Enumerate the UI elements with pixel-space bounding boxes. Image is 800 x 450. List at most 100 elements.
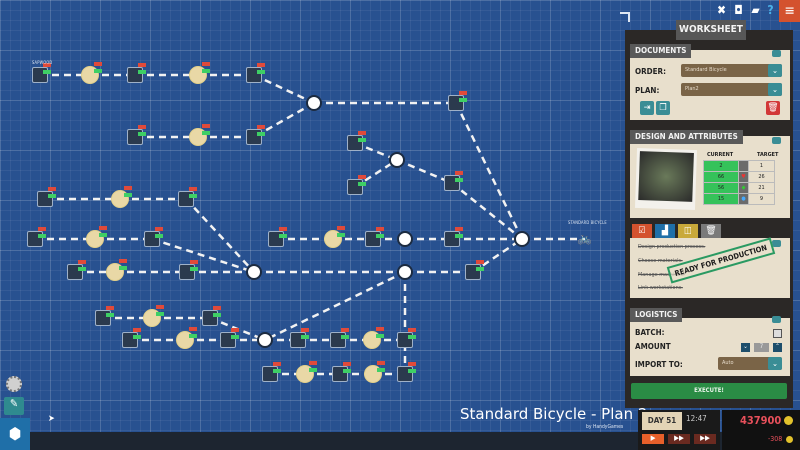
attributes-table: 21 66 ♥ 26 56 ◆ 21 15 ● 9 bbox=[703, 160, 775, 205]
material-node[interactable] bbox=[290, 328, 309, 348]
delete-plan-button[interactable]: 🗑 bbox=[766, 101, 780, 115]
amount-decrease-button[interactable]: ⌄ bbox=[741, 343, 750, 352]
amount-increase-button[interactable]: ⌃ bbox=[773, 343, 782, 352]
attribute-badge bbox=[376, 227, 384, 241]
machine-node[interactable] bbox=[86, 226, 107, 248]
material-node[interactable] bbox=[127, 125, 146, 145]
tab-checklist[interactable]: ☑ bbox=[632, 224, 652, 238]
machine-node[interactable] bbox=[81, 62, 102, 84]
merge-node[interactable] bbox=[397, 231, 413, 247]
collapse-design-button[interactable] bbox=[772, 137, 781, 144]
fast-forward-button[interactable]: ▶▶ bbox=[668, 434, 690, 444]
worksheet-tool-icon[interactable]: ✎ bbox=[4, 397, 24, 415]
material-node[interactable] bbox=[178, 187, 197, 207]
material-node[interactable] bbox=[268, 227, 287, 247]
merge-node[interactable] bbox=[257, 332, 273, 348]
material-node[interactable] bbox=[262, 362, 281, 382]
machine-node[interactable] bbox=[363, 327, 384, 349]
target-value: 26 bbox=[748, 171, 775, 183]
help-icon[interactable]: ? bbox=[763, 3, 778, 18]
faster-forward-button[interactable]: ▶▶ bbox=[694, 434, 716, 444]
machine-node[interactable] bbox=[189, 62, 210, 84]
style-icon: ● bbox=[738, 193, 749, 205]
amount-value[interactable]: 7 bbox=[754, 343, 769, 352]
tab-materials[interactable]: ◫ bbox=[678, 224, 698, 238]
execute-button[interactable]: EXECUTE! bbox=[631, 383, 787, 399]
attribute-badge bbox=[476, 260, 484, 274]
material-node[interactable] bbox=[202, 306, 221, 326]
task-item: Link workstations. bbox=[638, 285, 683, 291]
material-node[interactable] bbox=[444, 171, 463, 191]
material-node[interactable] bbox=[397, 328, 416, 348]
machine-node[interactable] bbox=[176, 327, 197, 349]
material-node[interactable] bbox=[144, 227, 163, 247]
new-plan-button[interactable]: ⇥ bbox=[640, 101, 654, 115]
planner-tool-icon[interactable]: ⬢ bbox=[0, 418, 30, 450]
collapse-documents-button[interactable] bbox=[772, 50, 781, 57]
attribute-row: 66 ♥ 26 bbox=[703, 171, 775, 183]
material-node[interactable] bbox=[332, 362, 351, 382]
material-node[interactable] bbox=[448, 91, 467, 111]
collapse-tasks-button[interactable] bbox=[772, 240, 781, 247]
merge-node[interactable] bbox=[389, 152, 405, 168]
material-node[interactable] bbox=[220, 328, 239, 348]
material-node[interactable] bbox=[179, 260, 198, 280]
attribute-badge bbox=[231, 328, 239, 342]
attribute-badge bbox=[48, 187, 56, 201]
camera-icon[interactable]: ◘ bbox=[731, 3, 746, 18]
material-node[interactable] bbox=[365, 227, 384, 247]
attribute-badge bbox=[138, 125, 146, 139]
material-node[interactable] bbox=[397, 362, 416, 382]
machine-node[interactable] bbox=[324, 226, 345, 248]
attribute-badge bbox=[190, 260, 198, 274]
material-node[interactable] bbox=[246, 125, 265, 145]
play-button[interactable]: ▶ bbox=[642, 434, 664, 444]
tools-icon[interactable]: ✖ bbox=[714, 3, 729, 18]
material-node[interactable] bbox=[444, 227, 463, 247]
menu-button[interactable]: ≡ bbox=[779, 0, 800, 22]
material-node[interactable] bbox=[347, 131, 366, 151]
material-node[interactable] bbox=[95, 306, 114, 326]
material-node[interactable] bbox=[330, 328, 349, 348]
machine-node[interactable] bbox=[111, 186, 132, 208]
material-node[interactable] bbox=[347, 175, 366, 195]
plan-dropdown[interactable]: Plan2 ⌄ bbox=[681, 83, 782, 96]
import-value: Auto bbox=[722, 360, 734, 366]
collapse-logistics-button[interactable] bbox=[772, 316, 781, 323]
target-value: 1 bbox=[748, 160, 775, 172]
product-node[interactable]: 🚲 bbox=[577, 231, 593, 247]
machine-node[interactable] bbox=[189, 124, 210, 146]
machine-node[interactable] bbox=[143, 305, 164, 327]
flow-link bbox=[264, 270, 406, 342]
coin-icon bbox=[786, 436, 793, 443]
attribute-row: 56 ◆ 21 bbox=[703, 182, 775, 194]
merge-node[interactable] bbox=[306, 95, 322, 111]
attribute-badge bbox=[257, 125, 265, 139]
amount-label: AMOUNT bbox=[635, 342, 671, 351]
material-node[interactable] bbox=[122, 328, 141, 348]
material-node[interactable] bbox=[465, 260, 484, 280]
flow-link bbox=[454, 102, 524, 240]
machine-node[interactable] bbox=[296, 361, 317, 383]
money-value: 437900 bbox=[740, 414, 782, 427]
attribute-badge bbox=[189, 327, 197, 341]
photo-icon[interactable]: ▰ bbox=[748, 3, 763, 18]
merge-node[interactable] bbox=[514, 231, 530, 247]
batch-checkbox[interactable] bbox=[773, 329, 782, 338]
order-dropdown[interactable]: Standard Bicycle ⌄ bbox=[681, 64, 782, 77]
merge-node[interactable] bbox=[246, 264, 262, 280]
machine-node[interactable] bbox=[106, 259, 127, 281]
material-node[interactable] bbox=[27, 227, 46, 247]
pie-tool-icon[interactable] bbox=[6, 376, 22, 392]
tab-trash[interactable]: 🗑 bbox=[701, 224, 721, 238]
material-node[interactable] bbox=[37, 187, 56, 207]
material-node[interactable] bbox=[67, 260, 86, 280]
import-dropdown[interactable]: Auto ⌄ bbox=[718, 357, 782, 370]
merge-node[interactable] bbox=[397, 264, 413, 280]
copy-plan-button[interactable]: ❐ bbox=[656, 101, 670, 115]
material-node[interactable] bbox=[127, 63, 146, 83]
material-node[interactable] bbox=[246, 63, 265, 83]
material-node[interactable] bbox=[32, 63, 51, 83]
tab-design[interactable]: ▟ bbox=[655, 224, 675, 238]
machine-node[interactable] bbox=[364, 361, 385, 383]
